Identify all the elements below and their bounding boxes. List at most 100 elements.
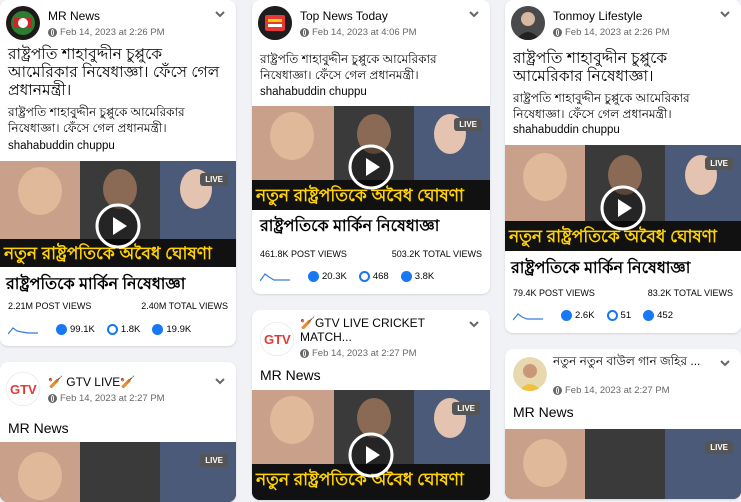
comments-count[interactable]: 1.8K: [106, 323, 140, 335]
avatar[interactable]: [511, 6, 545, 40]
page-name[interactable]: Top News Today: [300, 9, 388, 23]
reactions-count[interactable]: 2.6K: [561, 309, 595, 321]
post-meta: Feb 14, 2023 at 2:26 PM: [48, 27, 165, 38]
video-thumbnail[interactable]: LIVE: [505, 429, 741, 499]
play-icon[interactable]: [348, 144, 394, 190]
comments-count[interactable]: 51: [606, 309, 631, 321]
comment-icon: [358, 270, 370, 282]
comment-icon: [106, 323, 118, 335]
post-tag: shahabuddin chuppu: [513, 124, 620, 136]
post-card-baul-gaan[interactable]: নতুন নতুন বাউল গান জহির ... Feb 14, 2023…: [505, 349, 741, 499]
video-thumbnail[interactable]: নতুন রাষ্ট্রপতিকে অবৈধ ঘোষণা রাষ্ট্রপতিক…: [252, 106, 490, 238]
timestamp[interactable]: Feb 14, 2023 at 2:27 PM: [60, 393, 165, 404]
timestamp[interactable]: Feb 14, 2023 at 4:06 PM: [312, 27, 417, 38]
timestamp[interactable]: Feb 14, 2023 at 2:26 PM: [60, 27, 165, 38]
share-icon: [152, 323, 164, 335]
post-tag: shahabuddin chuppu: [8, 140, 115, 152]
thumbnail-image: [0, 442, 236, 502]
live-badge: LIVE: [454, 118, 482, 131]
page-name[interactable]: Tonmoy Lifestyle: [553, 9, 642, 23]
shares-count[interactable]: 19.9K: [152, 323, 191, 335]
timestamp[interactable]: Feb 14, 2023 at 2:27 PM: [565, 385, 670, 396]
post-title: রাষ্ট্রপতি শাহাবুদ্দীন চুপ্পুকে আমেরিকার…: [8, 46, 220, 99]
globe-icon: [300, 28, 309, 37]
total-views: 83.2K TOTAL VIEWS: [647, 288, 733, 298]
post-card-mr-news[interactable]: MR News Feb 14, 2023 at 2:26 PM রাষ্ট্রপ…: [0, 0, 236, 346]
page-name[interactable]: 🏏GTV LIVE CRICKET MATCH...: [300, 316, 450, 344]
chevron-down-icon[interactable]: [719, 357, 731, 369]
timestamp[interactable]: Feb 14, 2023 at 2:26 PM: [565, 27, 670, 38]
live-badge: LIVE: [200, 173, 228, 186]
chevron-down-icon[interactable]: [214, 375, 226, 387]
post-card-top-news-today[interactable]: Top News Today Feb 14, 2023 at 4:06 PM র…: [252, 0, 490, 294]
total-views: 503.2K TOTAL VIEWS: [391, 249, 482, 259]
thumbnail-sub-text: রাষ্ট্রপতিকে মার্কিন নিষেধাজ্ঞা: [511, 260, 691, 277]
view-stats: 79.4K POST VIEWS 83.2K TOTAL VIEWS: [513, 288, 733, 298]
post-title: রাষ্ট্রপতি শাহাবুদ্দীন চুপ্পুকে আমেরিকার…: [513, 50, 668, 85]
sparkline-icon: [513, 313, 543, 321]
globe-icon: [300, 349, 309, 358]
post-header: Top News Today Feb 14, 2023 at 4:06 PM: [252, 0, 490, 44]
sparkline-icon: [260, 273, 290, 282]
total-views: 2.40M TOTAL VIEWS: [141, 301, 228, 311]
post-text: MR News: [8, 420, 69, 436]
share-icon: [643, 309, 655, 321]
video-thumbnail[interactable]: LIVE: [0, 442, 236, 502]
video-thumbnail[interactable]: নতুন রাষ্ট্রপতিকে অবৈধ ঘোষণা LIVE: [252, 390, 490, 500]
shares-count[interactable]: 452: [643, 309, 673, 321]
engagement-row: 2.6K 51 452: [513, 307, 733, 323]
page-name[interactable]: নতুন নতুন বাউল গান জহির ...: [553, 353, 700, 373]
reactions-count[interactable]: 20.3K: [308, 270, 347, 282]
view-stats: 461.8K POST VIEWS 503.2K TOTAL VIEWS: [260, 249, 482, 259]
play-icon[interactable]: [600, 185, 646, 231]
avatar[interactable]: GTV: [6, 372, 40, 406]
shares-count[interactable]: 3.8K: [400, 270, 434, 282]
post-card-gtv-cricket[interactable]: GTV 🏏GTV LIVE CRICKET MATCH... Feb 14, 2…: [252, 310, 490, 500]
share-icon: [400, 270, 412, 282]
reaction-icon: [561, 309, 572, 321]
avatar[interactable]: GTV: [260, 322, 294, 356]
chevron-down-icon[interactable]: [719, 8, 731, 20]
post-meta: Feb 14, 2023 at 2:27 PM: [553, 385, 670, 396]
thumbnail-sub-text: রাষ্ট্রপতিকে মার্কিন নিষেধাজ্ঞা: [260, 218, 440, 235]
live-badge: LIVE: [705, 157, 733, 170]
live-badge: LIVE: [200, 454, 228, 467]
video-thumbnail[interactable]: নতুন রাষ্ট্রপতিকে অবৈধ ঘোষণা রাষ্ট্রপতিক…: [505, 145, 741, 280]
globe-icon: [553, 386, 562, 395]
view-stats: 2.21M POST VIEWS 2.40M TOTAL VIEWS: [8, 301, 228, 311]
globe-icon: [48, 394, 57, 403]
post-text: রাষ্ট্রপতি শাহাবুদ্দীন চুপ্পুকে আমেরিকার…: [513, 91, 690, 121]
engagement-row: 99.1K 1.8K 19.9K: [8, 321, 228, 337]
reaction-icon: [56, 323, 67, 335]
globe-icon: [48, 28, 57, 37]
post-card-gtv-live[interactable]: GTV 🏏 GTV LIVE🏏 Feb 14, 2023 at 2:27 PM …: [0, 362, 236, 502]
post-header: GTV 🏏GTV LIVE CRICKET MATCH... Feb 14, 2…: [252, 310, 490, 359]
post-text: রাষ্ট্রপতি শাহাবুদ্দীন চুপ্পুকে আমেরিকার…: [260, 52, 437, 82]
page-name[interactable]: MR News: [48, 9, 100, 23]
avatar[interactable]: [513, 357, 547, 391]
engagement-row: 20.3K 468 3.8K: [260, 268, 482, 284]
post-header: Tonmoy Lifestyle Feb 14, 2023 at 2:26 PM: [505, 0, 741, 44]
live-badge: LIVE: [705, 441, 733, 454]
post-meta: Feb 14, 2023 at 2:26 PM: [553, 27, 670, 38]
avatar[interactable]: [258, 6, 292, 40]
play-icon[interactable]: [348, 432, 394, 478]
thumbnail-sub-text: রাষ্ট্রপতিকে মার্কিন নিষেধাজ্ঞা: [6, 276, 186, 293]
post-header: GTV 🏏 GTV LIVE🏏 Feb 14, 2023 at 2:27 PM: [0, 362, 236, 406]
post-text: MR News: [513, 404, 574, 420]
page-name[interactable]: 🏏 GTV LIVE🏏: [48, 375, 135, 389]
reactions-count[interactable]: 99.1K: [56, 323, 95, 335]
video-thumbnail[interactable]: নতুন রাষ্ট্রপতিকে অবৈধ ঘোষণা রাষ্ট্রপতিক…: [0, 161, 236, 296]
chevron-down-icon[interactable]: [468, 8, 480, 20]
play-icon[interactable]: [95, 203, 141, 249]
avatar[interactable]: [6, 6, 40, 40]
timestamp[interactable]: Feb 14, 2023 at 2:27 PM: [312, 348, 417, 359]
comments-count[interactable]: 468: [358, 270, 389, 282]
sparkline-icon: [8, 327, 38, 335]
post-meta: Feb 14, 2023 at 4:06 PM: [300, 27, 417, 38]
post-views: 461.8K POST VIEWS: [260, 249, 347, 259]
chevron-down-icon[interactable]: [468, 318, 480, 330]
post-meta: Feb 14, 2023 at 2:27 PM: [300, 348, 417, 359]
post-card-tonmoy-lifestyle[interactable]: Tonmoy Lifestyle Feb 14, 2023 at 2:26 PM…: [505, 0, 741, 333]
chevron-down-icon[interactable]: [214, 8, 226, 20]
